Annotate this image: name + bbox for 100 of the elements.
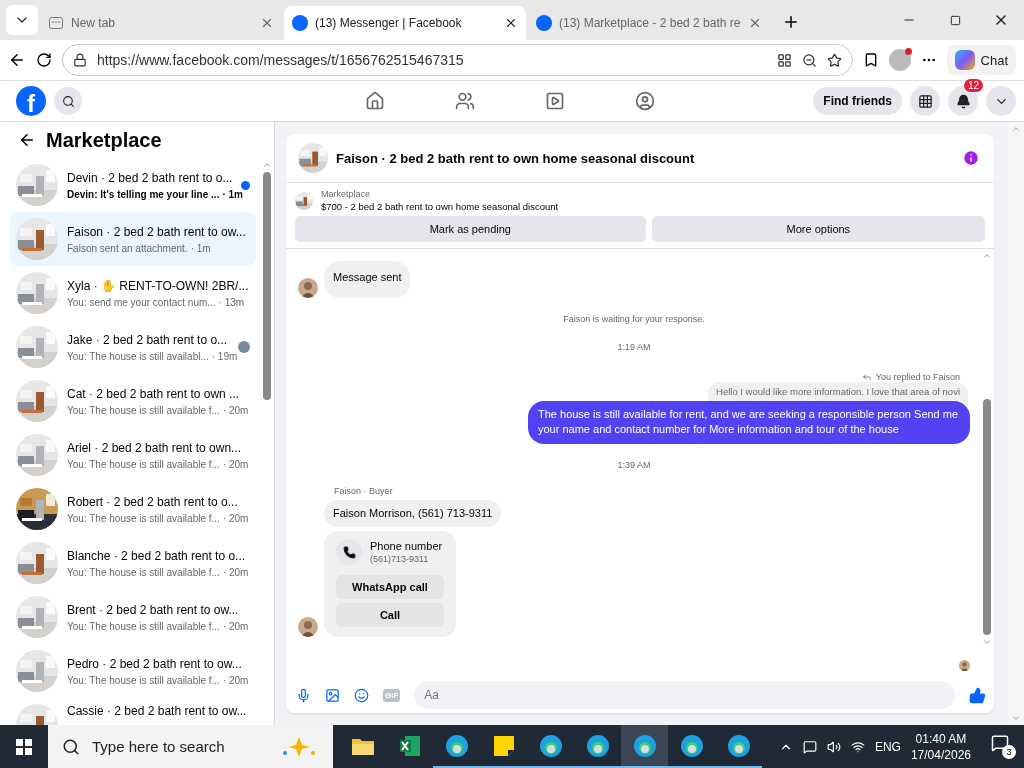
- close-icon[interactable]: [504, 16, 518, 30]
- back-icon[interactable]: [8, 51, 26, 69]
- scrollbar-thumb[interactable]: [983, 399, 991, 635]
- message-time: · 20m: [222, 404, 249, 416]
- message-bubble: Message sent: [324, 261, 411, 298]
- listing-action-button[interactable]: Mark as pending: [295, 216, 646, 242]
- new-tab-icon[interactable]: [782, 13, 800, 31]
- status-text: Faison is waiting for your response.: [563, 314, 705, 324]
- clock[interactable]: 01:40 AM 17/04/2026: [910, 731, 971, 762]
- sticky-note-icon[interactable]: [492, 734, 515, 757]
- message-preview: You: The house is still available f...: [67, 512, 220, 524]
- message-input[interactable]: Aa: [414, 681, 955, 709]
- message-time: · 20m: [222, 458, 249, 470]
- tab-menu-button[interactable]: [6, 5, 38, 35]
- conversation-item[interactable]: Faison · 2 bed 2 bath rent to ow... Faison sent an attachment. · 1m: [10, 212, 256, 266]
- message-preview: You: The house is still available f...: [67, 674, 220, 686]
- star-icon[interactable]: [826, 52, 842, 68]
- reply-icon: [861, 372, 872, 382]
- notifications-button[interactable]: 3: [991, 734, 1016, 759]
- browser-tab[interactable]: New tab: [40, 6, 282, 40]
- volume-icon[interactable]: [826, 739, 841, 754]
- message-time: · 1m: [222, 188, 243, 200]
- sidebar-title: Marketplace: [46, 128, 162, 152]
- message-preview: You: The house is still availabl...: [67, 350, 209, 362]
- edge-icon[interactable]: [679, 733, 704, 758]
- chat-title: Faison · 2 bed 2 bath rent to own home seasonal discount: [336, 150, 696, 166]
- conversation-item[interactable]: Cat · 2 bed 2 bath rent to own ... You: The house is still available f... · 20m: [10, 374, 256, 428]
- edge-icon[interactable]: [726, 733, 751, 758]
- conversation-title: Pedro · 2 bed 2 bath rent to ow...: [67, 656, 243, 671]
- phone-number: (561)713-9311: [370, 554, 430, 564]
- conversation-item[interactable]: Robert · 2 bed 2 bath rent to o... You: The house is still available f... · 20m: [10, 482, 256, 536]
- scrollbar-thumb[interactable]: [263, 172, 271, 400]
- message-time: · 20m: [222, 566, 249, 578]
- zoom-icon[interactable]: [801, 52, 817, 68]
- contact-title: Phone number: [370, 540, 443, 552]
- microphone-icon[interactable]: [296, 687, 311, 703]
- edge-icon[interactable]: [538, 733, 563, 758]
- conversation-item[interactable]: Pedro · 2 bed 2 bath rent to ow... You: The house is still available f... · 20m: [10, 644, 256, 698]
- call-button[interactable]: WhatsApp call: [336, 575, 444, 599]
- conversation-title: Ariel · 2 bed 2 bath rent to own...: [67, 440, 243, 455]
- conversation-item[interactable]: Brent · 2 bed 2 bath rent to ow... You: The house is still available f... · 20m: [10, 590, 256, 644]
- reply-label: You replied to Faison: [861, 372, 960, 382]
- bell-icon: [955, 93, 971, 109]
- lock-icon: [73, 53, 87, 67]
- conversation-item[interactable]: Blanche · 2 bed 2 bath rent to o... You: The house is still available f... · 20m: [10, 536, 256, 590]
- profile-icon[interactable]: [888, 49, 911, 71]
- wifi-icon[interactable]: [850, 739, 865, 754]
- message-preview: Devin: It's telling me your line ...: [67, 188, 220, 200]
- edge-icon[interactable]: [444, 733, 469, 758]
- conversation-title: Blanche · 2 bed 2 bath rent to o...: [67, 548, 247, 563]
- facebook-icon: [292, 15, 308, 31]
- sticker-icon[interactable]: [354, 687, 369, 703]
- menu-button[interactable]: [910, 86, 940, 116]
- message-preview: You: The house is still available f...: [67, 620, 220, 632]
- message-preview: Faison sent an attachment.: [67, 242, 188, 254]
- apps-icon[interactable]: [776, 52, 792, 68]
- conversation-item[interactable]: Devin · 2 bed 2 bath rent to o... Devin: It's telling me your line ... · 1m: [10, 158, 256, 212]
- listing-action-button[interactable]: More options: [651, 216, 985, 242]
- unread-dot: [241, 180, 250, 190]
- taskbar-search[interactable]: Type here to search: [48, 725, 333, 768]
- timestamp: 1:39 AM: [617, 460, 651, 470]
- notifications-icon: [991, 734, 1009, 752]
- find-friends-button[interactable]: Find friends: [813, 87, 902, 115]
- listing-label: Marketplace: [321, 189, 372, 199]
- taskbar-button[interactable]: [621, 725, 668, 768]
- info-icon[interactable]: [962, 149, 980, 167]
- message-time: · 20m: [222, 620, 249, 632]
- browser-tab[interactable]: (13) Marketplace - 2 bed 2 bath re: [528, 6, 770, 40]
- search-icon: [61, 94, 75, 108]
- edge-icon[interactable]: [585, 733, 610, 758]
- phone-icon: [336, 539, 362, 565]
- conversation-title: Xyla · ✋ RENT-TO-OWN! 2BR/...: [67, 278, 250, 293]
- logo[interactable]: f: [16, 86, 46, 116]
- timestamp: 1:19 AM: [617, 342, 651, 352]
- facebook-icon: [536, 15, 552, 31]
- browser-tab[interactable]: (13) Messenger | Facebook: [284, 6, 526, 40]
- spreadsheet-icon[interactable]: [398, 734, 421, 757]
- message-time: · 13m: [218, 296, 245, 308]
- message-preview: You: The house is still available f...: [67, 566, 220, 578]
- language-indicator[interactable]: ENG: [874, 739, 901, 754]
- call-button[interactable]: Call: [336, 603, 444, 627]
- conversation-item[interactable]: Ariel · 2 bed 2 bath rent to own... You: The house is still available f... · 20m: [10, 428, 256, 482]
- edge-icon[interactable]: [632, 733, 657, 758]
- like-icon[interactable]: [969, 686, 986, 704]
- conversation-title: Jake · 2 bed 2 bath rent to o...: [67, 332, 229, 347]
- chat-button[interactable]: Chat: [946, 45, 1016, 75]
- message-time: · 1m: [190, 242, 211, 254]
- conversation-title: Devin · 2 bed 2 bath rent to o...: [67, 170, 232, 185]
- back-icon[interactable]: [18, 131, 36, 149]
- search-button[interactable]: [54, 87, 82, 115]
- conversation-item[interactable]: Xyla · ✋ RENT-TO-OWN! 2BR/... You: send me your contact num... · 13m: [10, 266, 256, 320]
- conversation-title: Cat · 2 bed 2 bath rent to own ...: [67, 386, 241, 401]
- image-icon[interactable]: [325, 687, 340, 703]
- message-bubble: The house is still available for rent, and we are seeking a responsible person Send me your name and contact number for More information and tour of the house: [528, 401, 970, 444]
- reload-icon[interactable]: [36, 52, 52, 68]
- message-time: · 19m: [211, 350, 238, 362]
- conversation-title: Cassie · 2 bed 2 bath rent to ow...: [67, 704, 248, 718]
- message-bubble: Faison Morrison, (561) 713-9311: [324, 500, 502, 527]
- conversation-item[interactable]: Jake · 2 bed 2 bath rent to o... You: The house is still availabl... · 19m: [10, 320, 256, 374]
- search-icon: [62, 737, 80, 756]
